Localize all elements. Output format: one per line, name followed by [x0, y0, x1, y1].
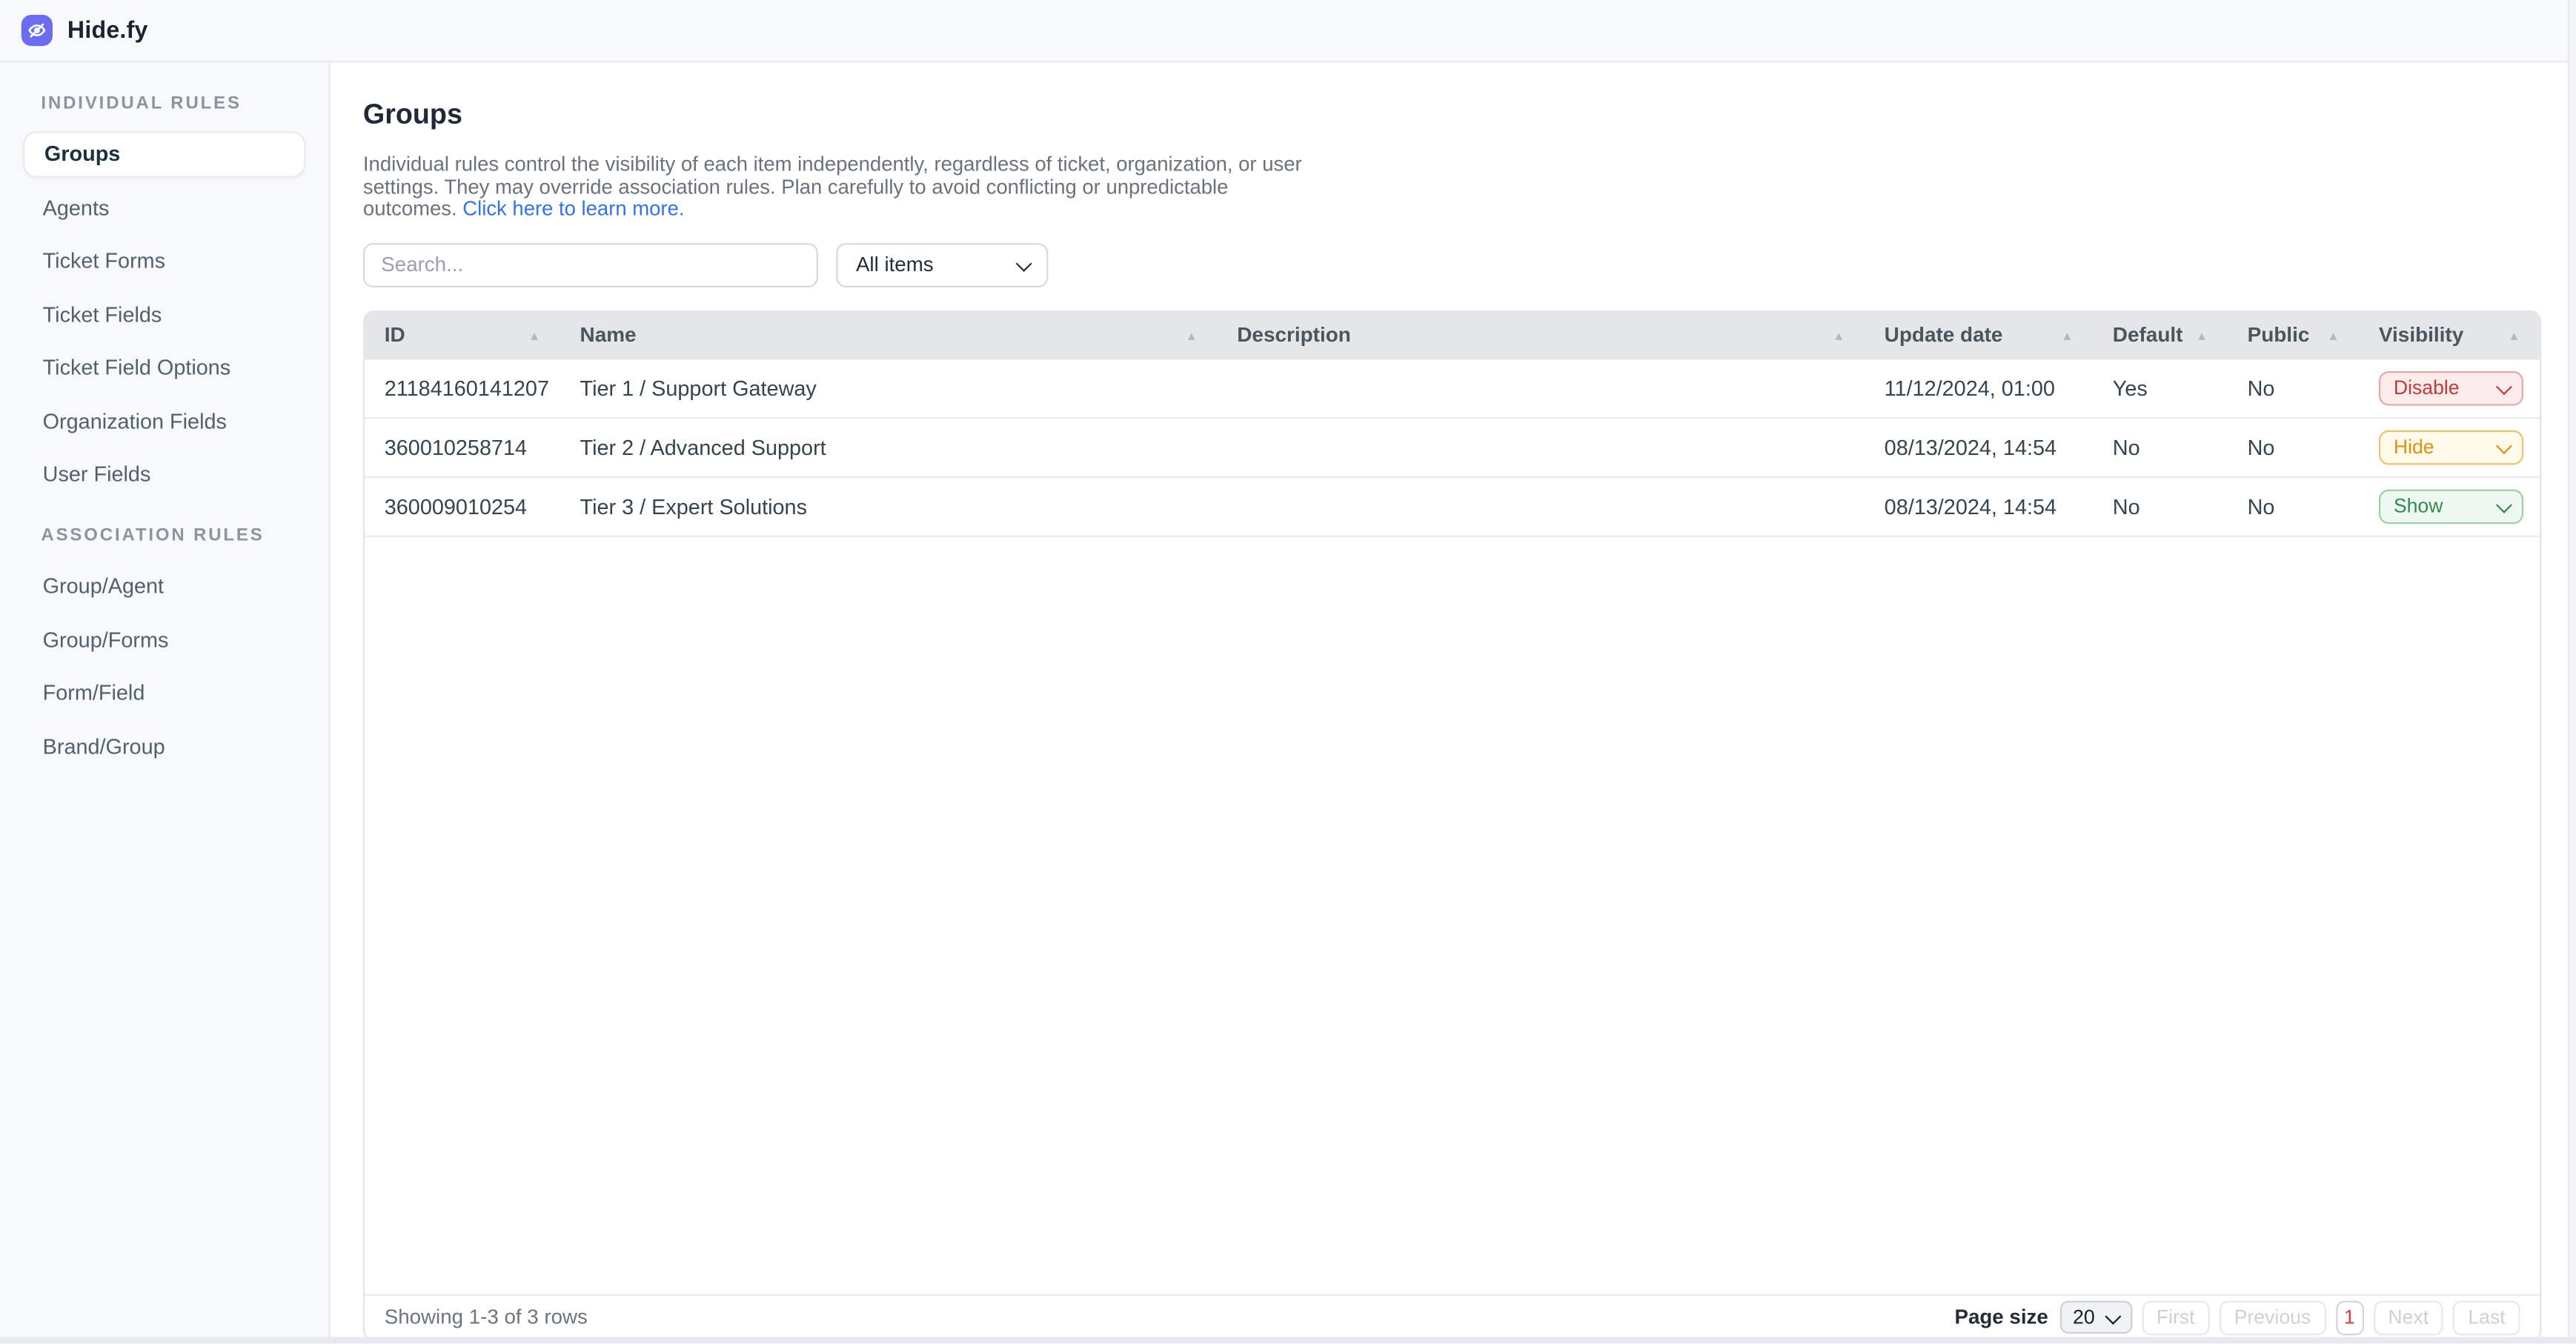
sidebar-item-ticket-field-options[interactable]: Ticket Field Options [23, 345, 305, 391]
sort-asc-icon: ▲ [2327, 328, 2339, 343]
sort-asc-icon: ▲ [2196, 328, 2208, 343]
table-controls: All items [363, 243, 2576, 287]
items-filter-value: All items [856, 253, 934, 276]
cell-public: No [2228, 494, 2359, 519]
previous-page-button[interactable]: Previous [2220, 1300, 2326, 1335]
sort-asc-icon: ▲ [1833, 328, 1845, 343]
visibility-select[interactable]: Disable [2379, 371, 2523, 406]
page-description: Individual rules control the visibility … [363, 154, 2576, 221]
rows-summary: Showing 1-3 of 3 rows [385, 1306, 588, 1329]
cell-update-date: 11/12/2024, 01:00 [1865, 376, 2093, 400]
cell-visibility: Show [2359, 489, 2540, 524]
cell-name: Tier 2 / Advanced Support [560, 435, 1218, 459]
cell-update-date: 08/13/2024, 14:54 [1865, 435, 2093, 459]
cell-id: 21184160141207 [365, 376, 560, 400]
app-logo[interactable] [21, 15, 53, 46]
sidebar-item-agents[interactable]: Agents [23, 184, 305, 230]
visibility-select[interactable]: Hide [2379, 430, 2523, 465]
cell-visibility: Disable [2359, 371, 2540, 406]
app-title: Hide.fy [67, 17, 148, 43]
sidebar-item-organization-fields[interactable]: Organization Fields [23, 399, 305, 445]
cell-visibility: Hide [2359, 430, 2540, 465]
chevron-down-icon [2105, 1308, 2120, 1323]
table-header-row: ID▲ Name▲ Description▲ Update date▲ Defa… [365, 312, 2540, 359]
sort-asc-icon: ▲ [528, 328, 540, 343]
page-title: Groups [363, 99, 2576, 131]
sidebar-item-ticket-fields[interactable]: Ticket Fields [23, 291, 305, 337]
bottom-edge [0, 1337, 2576, 1344]
sidebar-item-brand-group[interactable]: Brand/Group [23, 724, 305, 770]
chevron-down-icon [2496, 378, 2511, 393]
column-header-visibility[interactable]: Visibility▲ [2359, 312, 2540, 359]
table-empty-space [365, 536, 2540, 1294]
items-filter-select[interactable]: All items [836, 243, 1048, 287]
chevron-down-icon [2496, 496, 2511, 511]
visibility-select[interactable]: Show [2379, 489, 2523, 524]
cell-default: No [2093, 494, 2228, 519]
table-row: 21184160141207 Tier 1 / Support Gateway … [365, 359, 2540, 419]
section-label-association-rules: ASSOCIATION RULES [41, 525, 288, 545]
cell-public: No [2228, 435, 2359, 459]
sidebar-item-ticket-forms[interactable]: Ticket Forms [23, 238, 305, 284]
next-page-button[interactable]: Next [2373, 1300, 2443, 1335]
description-line: outcomes. Click here to learn more. [363, 199, 2576, 222]
cell-default: Yes [2093, 376, 2228, 400]
sidebar-item-user-fields[interactable]: User Fields [23, 452, 305, 498]
table-row: 360010258714 Tier 2 / Advanced Support 0… [365, 419, 2540, 478]
column-header-default[interactable]: Default▲ [2093, 312, 2228, 359]
chevron-down-icon [2496, 437, 2511, 452]
table-row: 360009010254 Tier 3 / Expert Solutions 0… [365, 478, 2540, 537]
description-line3-prefix: outcomes. [363, 197, 462, 220]
scrollbar-track[interactable] [2568, 0, 2576, 1344]
sidebar-item-group-agent[interactable]: Group/Agent [23, 563, 305, 609]
column-header-public[interactable]: Public▲ [2228, 312, 2359, 359]
cell-id: 360009010254 [365, 494, 560, 519]
page-size-label: Page size [1954, 1306, 2048, 1329]
first-page-button[interactable]: First [2142, 1300, 2210, 1335]
cell-default: No [2093, 435, 2228, 459]
sort-asc-icon: ▲ [2061, 328, 2073, 343]
sidebar: INDIVIDUAL RULES Groups Agents Ticket Fo… [0, 62, 331, 1337]
main-content: Groups Individual rules control the visi… [332, 62, 2576, 1344]
app-root: Hide.fy INDIVIDUAL RULES Groups Agents T… [0, 0, 2576, 1344]
search-input[interactable] [363, 243, 818, 287]
sort-asc-icon: ▲ [2508, 328, 2520, 343]
page-size-select[interactable]: 20 [2059, 1301, 2131, 1334]
sidebar-item-groups[interactable]: Groups [23, 131, 305, 177]
column-header-description[interactable]: Description▲ [1218, 312, 1865, 359]
cell-name: Tier 1 / Support Gateway [560, 376, 1218, 400]
cell-name: Tier 3 / Expert Solutions [560, 494, 1218, 519]
current-page-button[interactable]: 1 [2335, 1300, 2363, 1335]
table-footer: Showing 1-3 of 3 rows Page size 20 First… [365, 1294, 2540, 1340]
column-header-name[interactable]: Name▲ [560, 312, 1218, 359]
groups-table: ID▲ Name▲ Description▲ Update date▲ Defa… [363, 310, 2541, 1341]
learn-more-link[interactable]: Click here to learn more. [462, 197, 684, 220]
cell-update-date: 08/13/2024, 14:54 [1865, 494, 2093, 519]
column-header-id[interactable]: ID▲ [365, 312, 560, 359]
sidebar-item-group-forms[interactable]: Group/Forms [23, 616, 305, 662]
description-line: Individual rules control the visibility … [363, 154, 2576, 176]
sort-asc-icon: ▲ [1186, 328, 1198, 343]
cell-id: 360010258714 [365, 435, 560, 459]
sidebar-item-form-field[interactable]: Form/Field [23, 670, 305, 716]
column-header-update-date[interactable]: Update date▲ [1865, 312, 2093, 359]
chevron-down-icon [1015, 255, 1030, 270]
pagination: Page size 20 First Previous 1 Next Last [1954, 1300, 2520, 1335]
top-header: Hide.fy [0, 0, 2576, 62]
last-page-button[interactable]: Last [2453, 1300, 2520, 1335]
description-line: settings. They may override association … [363, 177, 2576, 199]
section-label-individual-rules: INDIVIDUAL RULES [41, 93, 288, 113]
eye-off-icon [28, 21, 46, 39]
cell-public: No [2228, 376, 2359, 400]
